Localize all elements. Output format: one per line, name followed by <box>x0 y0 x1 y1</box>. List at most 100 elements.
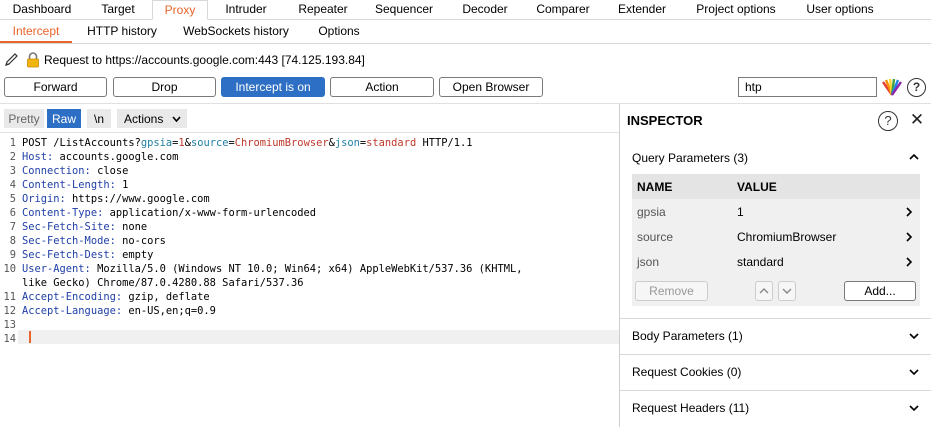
code-token: HTTP/1.1 <box>416 137 473 149</box>
chevron-right-icon[interactable] <box>904 256 914 268</box>
code-text: Accept-Language: en-US,en;q=0.9 <box>22 304 216 318</box>
chevron-down-icon[interactable] <box>908 402 920 414</box>
code-text: Sec-Fetch-Site: none <box>22 220 147 234</box>
tab-user-options[interactable]: User options <box>790 0 890 20</box>
line-number: 11 <box>3 291 16 303</box>
code-line: 6 Content-Type: application/x-www-form-ur… <box>0 206 619 220</box>
search-input[interactable] <box>738 77 877 97</box>
tab-websockets-history[interactable]: WebSockets history <box>172 20 300 43</box>
code-line: 8 Sec-Fetch-Mode: no-cors <box>0 234 619 248</box>
code-text: Sec-Fetch-Dest: empty <box>22 248 153 262</box>
tab-target[interactable]: Target <box>84 0 152 20</box>
tab-proxy[interactable]: Proxy <box>152 0 208 20</box>
raw-button[interactable]: Raw <box>47 109 81 128</box>
chevron-down-icon[interactable] <box>908 366 920 378</box>
code-token: application/x-www-form-urlencoded <box>103 207 317 219</box>
help-icon[interactable]: ? <box>907 78 926 97</box>
close-icon[interactable]: ✕ <box>908 110 926 130</box>
code-text: Accept-Encoding: gzip, deflate <box>22 290 210 304</box>
query-parameters-table: NAME VALUE gpsia 1 source ChromiumBrowse… <box>632 174 920 306</box>
open-browser-button[interactable]: Open Browser <box>439 77 543 97</box>
action-button[interactable]: Action <box>330 77 434 97</box>
code-token: Content-Length: <box>22 179 116 191</box>
tab-project-options[interactable]: Project options <box>682 0 790 20</box>
actions-dropdown[interactable]: Actions <box>117 109 187 128</box>
chevron-down-icon <box>172 116 181 123</box>
move-down-button[interactable] <box>778 281 796 301</box>
request-editor[interactable]: 1 POST /ListAccounts?gpsia=1&source=Chrom… <box>0 132 619 427</box>
inspector-panel: INSPECTOR ? ✕ Query Parameters (3) NAME … <box>619 104 931 427</box>
add-parameter-button[interactable]: Add... <box>844 281 916 301</box>
tab-repeater[interactable]: Repeater <box>284 0 362 20</box>
code-token: ChromiumBrowser <box>234 137 329 149</box>
code-line: 12 Accept-Language: en-US,en;q=0.9 <box>0 304 619 318</box>
newline-toggle-button[interactable]: \n <box>87 109 111 128</box>
code-token: POST /ListAccounts? <box>22 137 141 149</box>
code-token: standard <box>366 137 417 149</box>
request-headers-section[interactable]: Request Headers (11) <box>620 390 931 427</box>
pretty-button[interactable]: Pretty <box>4 109 44 128</box>
color-highlight-icon[interactable] <box>881 78 903 96</box>
query-parameters-section: Query Parameters (3) NAME VALUE gpsia 1 … <box>620 140 931 310</box>
code-line: 7 Sec-Fetch-Site: none <box>0 220 619 234</box>
chevron-right-icon[interactable] <box>904 206 914 218</box>
code-line: 10 User-Agent: Mozilla/5.0 (Windows NT 10… <box>0 262 619 276</box>
code-token: Content-Type: <box>22 207 104 219</box>
code-token: Connection: <box>22 165 91 177</box>
request-cookies-section[interactable]: Request Cookies (0) <box>620 354 931 390</box>
code-line: 9 Sec-Fetch-Dest: empty <box>0 248 619 262</box>
tab-dashboard[interactable]: Dashboard <box>0 0 84 20</box>
line-number: 12 <box>3 305 16 317</box>
inspector-title: INSPECTOR <box>627 113 703 128</box>
line-number: 4 <box>9 179 16 191</box>
tab-extender[interactable]: Extender <box>602 0 682 20</box>
chevron-right-icon[interactable] <box>904 231 914 243</box>
code-token: Accept-Encoding: <box>22 291 123 303</box>
inspector-help-icon[interactable]: ? <box>878 111 898 131</box>
tab-sequencer[interactable]: Sequencer <box>362 0 446 20</box>
code-text: User-Agent: Mozilla/5.0 (Windows NT 10.0… <box>22 262 522 276</box>
param-name: json <box>637 255 660 269</box>
table-row[interactable]: source ChromiumBrowser <box>632 224 920 249</box>
param-value: 1 <box>737 205 744 219</box>
table-row[interactable]: gpsia 1 <box>632 199 920 224</box>
code-token: Accept-Language: <box>22 305 123 317</box>
line-number: 10 <box>3 263 16 275</box>
tab-options[interactable]: Options <box>300 20 378 43</box>
pencil-icon[interactable] <box>4 53 20 67</box>
remove-button[interactable]: Remove <box>635 281 708 301</box>
code-token: https://www.google.com <box>65 193 210 205</box>
line-number: 14 <box>3 333 16 345</box>
line-number: 3 <box>9 165 16 177</box>
body-parameters-section[interactable]: Body Parameters (1) <box>620 318 931 354</box>
name-column-header: NAME <box>637 180 673 194</box>
tab-http-history[interactable]: HTTP history <box>72 20 172 43</box>
param-value: standard <box>737 255 784 269</box>
chevron-down-icon[interactable] <box>908 330 920 342</box>
query-parameters-title[interactable]: Query Parameters (3) <box>632 151 748 165</box>
tab-intruder[interactable]: Intruder <box>208 0 284 20</box>
proxy-sub-tab-bar: Intercept HTTP history WebSockets histor… <box>0 20 931 44</box>
request-cookies-title: Request Cookies (0) <box>632 365 742 379</box>
code-token: source <box>190 137 229 149</box>
intercept-toggle-button[interactable]: Intercept is on <box>221 77 325 97</box>
move-up-button[interactable] <box>755 281 773 301</box>
drop-button[interactable]: Drop <box>113 77 216 97</box>
code-line: 2 Host: accounts.google.com <box>0 150 619 164</box>
line-number: 13 <box>3 319 16 331</box>
code-line: 14 <box>0 332 619 346</box>
code-line: 1 POST /ListAccounts?gpsia=1&source=Chrom… <box>0 136 619 150</box>
line-number: 2 <box>9 151 16 163</box>
chevron-down-icon <box>782 288 792 294</box>
table-row[interactable]: json standard <box>632 249 920 274</box>
code-line: 3 Connection: close <box>0 164 619 178</box>
forward-button[interactable]: Forward <box>4 77 107 97</box>
chevron-up-icon[interactable] <box>908 151 920 163</box>
code-token: close <box>90 165 129 177</box>
param-name: source <box>637 230 674 244</box>
code-text: POST /ListAccounts?gpsia=1&source=Chromi… <box>22 136 473 150</box>
tab-intercept[interactable]: Intercept <box>0 20 72 43</box>
tab-comparer[interactable]: Comparer <box>524 0 602 20</box>
tab-decoder[interactable]: Decoder <box>446 0 524 20</box>
lock-icon <box>27 52 39 68</box>
